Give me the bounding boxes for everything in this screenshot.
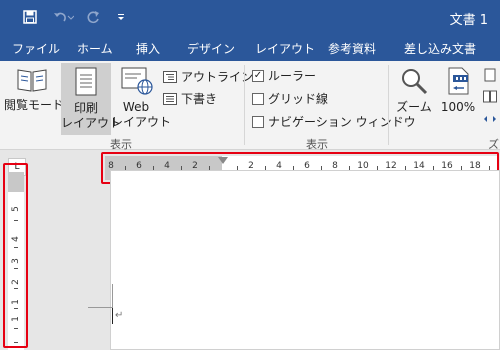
- margin-corner-mark: [88, 307, 112, 308]
- customize-quick-access-icon: [118, 14, 124, 20]
- page-width-icon: [484, 116, 496, 122]
- save-icon: [23, 10, 37, 24]
- page-width-button[interactable]: [483, 111, 497, 130]
- zoom-button[interactable]: ズーム: [394, 66, 434, 115]
- tab-file[interactable]: ファイル: [12, 40, 60, 58]
- zoom-100-icon: [448, 67, 469, 95]
- draft-icon: [163, 92, 177, 105]
- web-layout-button[interactable]: Web レイアウト: [111, 66, 172, 130]
- draft-label: 下書き: [181, 92, 218, 106]
- outline-button[interactable]: アウトライン: [163, 68, 253, 85]
- zoom-100-button[interactable]: 100%: [438, 66, 478, 115]
- save-button[interactable]: [18, 5, 42, 29]
- ribbon: 閲覧モード 印刷 レイアウト Web レイアウト アウトライン 下書き 表示 ✓…: [0, 61, 500, 151]
- undo-button[interactable]: [50, 5, 76, 29]
- print-layout-icon: [75, 67, 97, 96]
- vertical-ruler-highlight: [3, 163, 28, 348]
- multiple-pages-icon: [483, 90, 497, 103]
- web-layout-label-line2: レイアウト: [111, 115, 172, 129]
- one-page-icon: [484, 68, 496, 82]
- ruler-checkbox[interactable]: ✓ ルーラー: [252, 67, 316, 84]
- tab-references[interactable]: 参考資料: [328, 40, 376, 58]
- magnifier-icon: [402, 69, 428, 95]
- read-mode-label: 閲覧モード: [4, 98, 65, 112]
- zoom-label: ズーム: [396, 100, 432, 114]
- ruler-check-icon: ✓: [252, 69, 264, 82]
- tab-insert[interactable]: 挿入: [136, 40, 160, 58]
- multiple-pages-button[interactable]: [483, 89, 497, 108]
- navigation-check-icon: [252, 115, 264, 128]
- document-workspace: L 8 6 4 2 2 4 6 8 10 12 14 16 18 1 1 2 3…: [0, 150, 500, 350]
- redo-button[interactable]: [84, 5, 104, 29]
- one-page-button[interactable]: [483, 67, 497, 86]
- title-bar: 文書 1: [0, 0, 500, 37]
- print-layout-button[interactable]: 印刷 レイアウト: [61, 63, 122, 135]
- customize-quick-access-button[interactable]: [114, 5, 128, 29]
- tab-layout[interactable]: レイアウト: [255, 40, 315, 58]
- outline-icon: [163, 70, 177, 83]
- gridlines-checkbox[interactable]: グリッド線: [252, 90, 328, 107]
- print-layout-label-line1: 印刷: [73, 101, 98, 115]
- tab-design[interactable]: デザイン: [187, 40, 235, 58]
- document-page[interactable]: [110, 170, 500, 350]
- web-layout-icon: [121, 67, 153, 95]
- gridlines-label: グリッド線: [268, 92, 329, 106]
- redo-icon: [87, 11, 99, 24]
- tab-mailings[interactable]: 差し込み文書: [404, 40, 476, 58]
- print-layout-label-line2: レイアウト: [61, 116, 122, 130]
- tab-home[interactable]: ホーム: [77, 40, 113, 58]
- ribbon-tab-bar: ファイル ホーム 挿入 デザイン レイアウト 参考資料 差し込み文書: [0, 37, 500, 61]
- group-divider: [388, 65, 389, 145]
- margin-corner-mark: [112, 284, 113, 308]
- ruler-label: ルーラー: [268, 69, 317, 83]
- zoom-100-label: 100%: [440, 100, 476, 114]
- document-title: 文書 1: [449, 13, 488, 28]
- read-mode-icon: [17, 69, 47, 92]
- undo-icon: [54, 12, 74, 22]
- paragraph-mark-icon: ↵: [115, 310, 124, 321]
- outline-label: アウトライン: [181, 70, 254, 84]
- gridlines-check-icon: [252, 92, 264, 105]
- group-divider: [244, 65, 245, 145]
- draft-button[interactable]: 下書き: [163, 90, 217, 107]
- navigation-pane-checkbox[interactable]: ナビゲーション ウィンドウ: [252, 113, 416, 130]
- read-mode-button[interactable]: 閲覧モード: [4, 66, 65, 113]
- navigation-label: ナビゲーション ウィンドウ: [268, 115, 416, 129]
- web-layout-label-line1: Web: [122, 100, 150, 114]
- text-cursor: [112, 308, 113, 324]
